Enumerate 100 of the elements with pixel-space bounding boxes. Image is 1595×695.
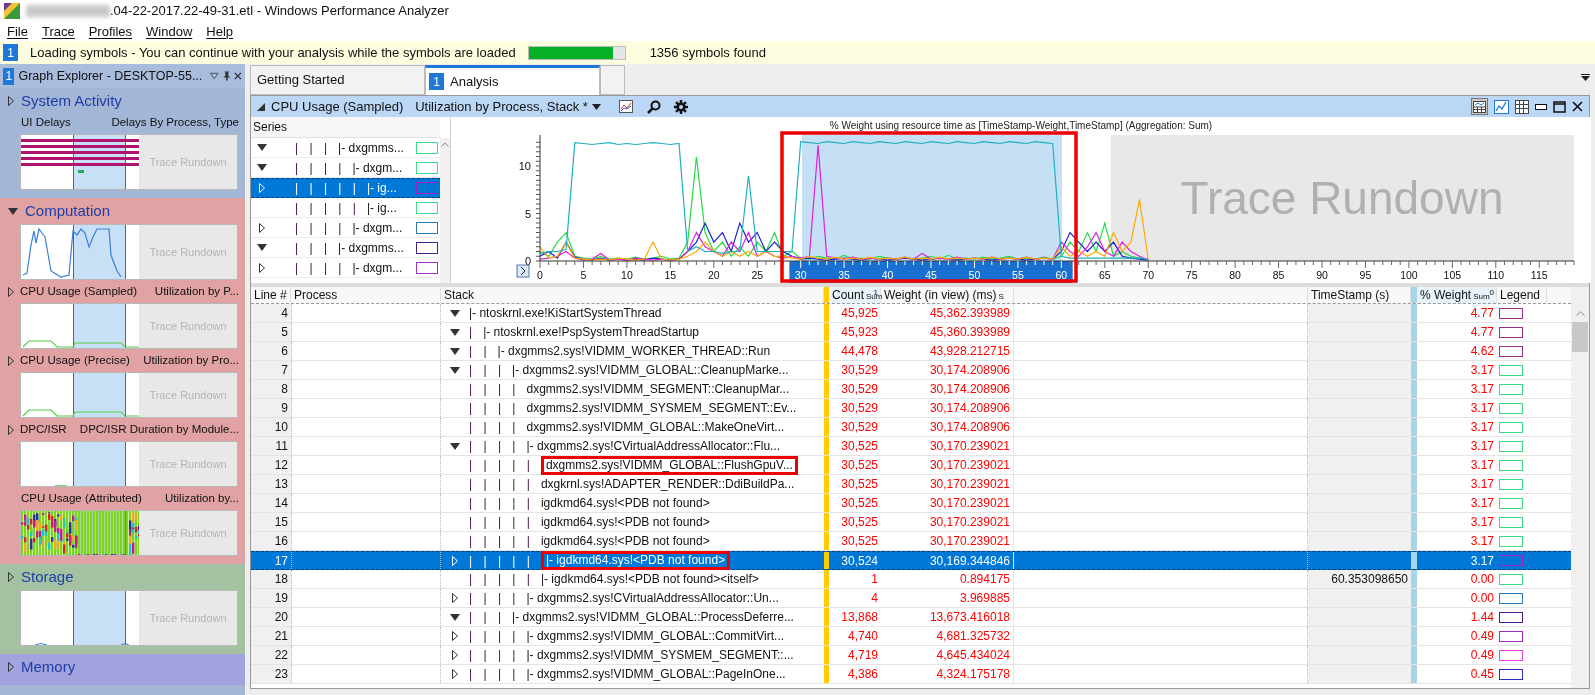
down-triangle-icon[interactable] <box>450 366 460 374</box>
group-header[interactable]: Memory <box>8 657 245 677</box>
down-triangle-icon[interactable] <box>257 164 267 171</box>
count-value: 44,478 <box>841 343 878 360</box>
right-triangle-icon[interactable] <box>8 286 14 297</box>
column-header[interactable]: Process <box>291 287 441 303</box>
selection-band <box>73 442 126 486</box>
right-triangle-icon[interactable] <box>8 355 14 366</box>
table-row[interactable]: 22 | | | | |- dxgmms2.sys!VIDMM_SYSMEM_SEGMENT::... 4,719 4,645.434024 0.49 <box>251 646 1571 665</box>
tab[interactable]: Getting Started <box>250 65 425 95</box>
collapse-triangle-icon[interactable] <box>257 102 265 111</box>
down-triangle-icon[interactable] <box>257 144 267 151</box>
down-triangle-icon[interactable] <box>450 613 460 621</box>
table-row[interactable]: 23 | | | | |- dxgmms2.sys!VIDMM_GLOBAL::PageInOne... 4,386 4,324.175178 0.45 <box>251 665 1571 684</box>
series-row[interactable]: | | | | | |- ig... <box>251 198 441 218</box>
scroll-up-icon[interactable] <box>441 142 449 147</box>
count-value: 30,529 <box>841 362 878 379</box>
graph-and-table-view-icon[interactable] <box>1471 98 1488 115</box>
down-triangle-icon[interactable] <box>450 347 460 355</box>
line-number: 7 <box>251 361 291 379</box>
count-value: 30,529 <box>841 381 878 398</box>
series-row[interactable]: | | | | | |- ig... <box>251 178 441 198</box>
table-row[interactable]: 6 | | |- dxgmms2.sys!VIDMM_WORKER_THREAD::Run 44,478 43,928.212715 4.62 <box>251 342 1571 361</box>
axis-tick-label: 105 <box>1443 269 1462 281</box>
tab-number-badge: 1 <box>429 73 444 90</box>
column-header[interactable]: Line # <box>251 287 291 303</box>
graph-title[interactable]: CPU Usage (Sampled) <box>20 282 137 301</box>
overflow-menu-icon[interactable] <box>1581 74 1590 81</box>
table-row[interactable]: 14 | | | | | igdkmd64.sys!<PDB not found> 30,525 30,170.239021 3.17 <box>251 494 1571 513</box>
preset-dropdown[interactable]: Utilization by Process, Stack * <box>415 96 601 117</box>
column-header[interactable]: % Weight Sum0 <box>1417 287 1497 303</box>
scroll-up-icon[interactable] <box>1575 311 1585 316</box>
table-row[interactable]: 13 | | | | | dxgkrnl.sys!ADAPTER_RENDER::DdiBuildPa... 30,525 30,170.239021 3.17 <box>251 475 1571 494</box>
table-row[interactable]: 20 | | | |- dxgmms2.sys!VIDMM_GLOBAL::ProcessDeferre... 13,868 13,673.416018 1.44 <box>251 608 1571 627</box>
table-view-icon[interactable] <box>1515 99 1529 114</box>
menu-item[interactable]: File <box>7 21 28 42</box>
tab[interactable]: 1 Analysis <box>425 65 600 95</box>
graph-title[interactable]: UI Delays <box>20 113 71 132</box>
stack-frame: |- dxgmms2.sys!VIDMM_WORKER_THREAD::Run <box>497 342 771 360</box>
count-value: 30,525 <box>841 495 878 512</box>
percent-weight-value: 1.44 <box>1470 609 1494 626</box>
table-row[interactable]: 10 | | | | dxgmms2.sys!VIDMM_GLOBAL::MakeOneVirt... 30,529 30,174.208906 3.17 <box>251 418 1571 437</box>
right-triangle-icon[interactable] <box>259 262 265 273</box>
series-row[interactable]: | | | |- dxgmms... <box>251 238 441 258</box>
chart-icon[interactable] <box>618 100 633 113</box>
axis-tick-label: 60 <box>1055 269 1068 281</box>
right-triangle-icon[interactable] <box>452 593 458 603</box>
close-icon[interactable] <box>1572 101 1583 112</box>
table-row[interactable]: 21 | | | | |- dxgmms2.sys!VIDMM_GLOBAL::CommitVirt... 4,740 4,681.325732 0.49 <box>251 627 1571 646</box>
percent-weight-value: 3.17 <box>1470 381 1494 398</box>
down-triangle-icon[interactable] <box>450 309 460 317</box>
table-row[interactable]: 8 | | | | dxgmms2.sys!VIDMM_SEGMENT::CleanupMar... 30,529 30,174.208906 3.17 <box>251 380 1571 399</box>
table-row[interactable]: 15 | | | | | igdkmd64.sys!<PDB not found> 30,525 30,170.239021 3.17 <box>251 513 1571 532</box>
menu-item[interactable]: Help <box>206 21 234 42</box>
count-value: 30,525 <box>841 457 878 474</box>
menu-item[interactable]: Trace <box>41 21 75 42</box>
axis-tick-label: 65 <box>1098 269 1111 281</box>
series-row[interactable]: | | | | |- dxgm... <box>251 258 441 278</box>
table-row[interactable]: 18 | | | | | |- igdkmd64.sys!<PDB not found><itself> 1 0.894175 60.353098650 0.00 <box>251 570 1571 589</box>
down-triangle-icon[interactable] <box>450 442 460 450</box>
count-value: 30,525 <box>841 438 878 455</box>
timestamp-cell: 60.353098650 <box>1308 570 1411 588</box>
percent-weight-value: 3.17 <box>1470 514 1494 531</box>
graph-subtitle: DPC/ISR Duration by Module... <box>79 421 239 437</box>
column-header[interactable]: Weight (in view) (ms) S <box>881 287 1014 303</box>
table-row[interactable]: 7 | | | |- dxgmms2.sys!VIDMM_GLOBAL::CleanupMarke... 30,529 30,174.208906 3.17 <box>251 361 1571 380</box>
group-header[interactable]: Computation <box>8 201 245 221</box>
maximize-icon[interactable] <box>1553 100 1566 113</box>
down-triangle-icon[interactable] <box>450 328 460 336</box>
graph-title[interactable]: CPU Usage (Attributed) <box>20 489 142 508</box>
series-row[interactable]: | | | | |- dxgm... <box>251 218 441 238</box>
graph-title[interactable]: CPU Usage (Precise) <box>20 351 130 370</box>
dropdown-icon[interactable] <box>210 72 219 80</box>
table-row[interactable]: 4 |- ntoskrnl.exe!KiStartSystemThread 45,925 45,362.393989 4.77 <box>251 304 1571 323</box>
pin-icon[interactable] <box>222 70 231 82</box>
table-row[interactable]: 5 | |- ntoskrnl.exe!PspSystemThreadStartup 45,923 45,360.393989 4.77 <box>251 323 1571 342</box>
tree-guides: | | | | | <box>294 180 357 197</box>
weight-value: 45,362.393989 <box>929 305 1010 322</box>
graph-title[interactable]: DPC/ISR <box>20 420 67 439</box>
settings-icon[interactable] <box>672 98 689 115</box>
right-triangle-icon[interactable] <box>8 424 14 435</box>
table-row[interactable]: 12 | | | | | dxgmms2.sys!VIDMM_GLOBAL::FlushGpuV... 30,525 30,170.239021 3.17 <box>251 456 1571 475</box>
series-row[interactable]: | | | |- dxgmms... <box>251 138 441 158</box>
scroll-thumb[interactable] <box>1572 322 1588 352</box>
group-header[interactable]: Storage <box>8 567 245 587</box>
minimize-icon[interactable] <box>1535 103 1547 110</box>
down-triangle-icon[interactable] <box>257 244 267 251</box>
table-row[interactable]: 19 | | | | |- dxgmms2.sys!CVirtualAddressAllocator::Un... 4 3.969885 0.00 <box>251 589 1571 608</box>
close-icon[interactable] <box>234 71 242 81</box>
table-row[interactable]: 11 | | | | |- dxgmms2.sys!CVirtualAddressAllocator::Flu... 30,525 30,170.239021 3.17 <box>251 437 1571 456</box>
menu-item[interactable]: Profiles <box>88 21 133 42</box>
stack-frame: |- igdkmd64.sys!<PDB not found><itself> <box>540 570 759 588</box>
column-header[interactable]: Legend <box>1497 287 1547 303</box>
table-row[interactable]: 9 | | | | dxgmms2.sys!VIDMM_SYSMEM_SEGMENT::Ev... 30,529 30,174.208906 3.17 <box>251 399 1571 418</box>
graph-view-icon[interactable] <box>1494 99 1509 114</box>
group-header[interactable]: System Activity <box>8 91 245 111</box>
search-icon[interactable] <box>646 99 661 114</box>
right-triangle-icon[interactable] <box>259 222 265 233</box>
table-row[interactable]: 17 | | | | | |- igdkmd64.sys!<PDB not found> 30,524 30,169.344846 3.17 <box>251 551 1571 570</box>
menu-item[interactable]: Window <box>146 21 193 42</box>
